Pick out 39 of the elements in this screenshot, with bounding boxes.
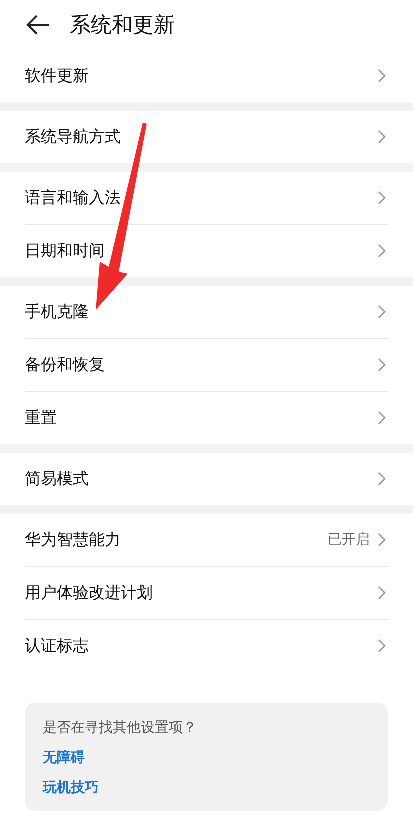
settings-row[interactable]: 简易模式: [25, 453, 388, 505]
suggestion-question: 是否在寻找其他设置项？: [43, 719, 198, 737]
row-label: 华为智慧能力: [25, 530, 121, 550]
settings-row[interactable]: 系统导航方式: [25, 111, 388, 163]
chevron-icon: [378, 191, 386, 205]
chevron-icon: [378, 130, 386, 144]
settings-row[interactable]: 认证标志: [25, 620, 388, 672]
row-label: 重置: [25, 408, 57, 428]
settings-row[interactable]: 华为智慧能力 已开启: [25, 514, 388, 566]
row-label: 语言和输入法: [25, 188, 121, 208]
chevron-icon: [378, 411, 386, 425]
row-label: 日期和时间: [25, 240, 105, 262]
settings-row[interactable]: 用户体验改进计划: [25, 567, 388, 619]
chevron-icon: [378, 305, 386, 319]
row-value: 已开启: [328, 531, 370, 549]
row-label: 系统导航方式: [25, 126, 121, 148]
suggestion-link[interactable]: 玩机技巧: [43, 779, 99, 797]
chevron-icon: [378, 69, 386, 83]
settings-row[interactable]: 重置: [25, 392, 388, 444]
settings-row[interactable]: 语言和输入法: [25, 172, 388, 224]
row-label: 备份和恢复: [25, 354, 105, 376]
settings-row[interactable]: 手机克隆: [25, 286, 388, 338]
row-label: 用户体验改进计划: [25, 582, 153, 604]
back-icon[interactable]: [26, 15, 50, 35]
row-label: 软件更新: [25, 66, 89, 86]
chevron-icon: [378, 639, 386, 653]
settings-row[interactable]: 备份和恢复: [25, 339, 388, 391]
row-label: 简易模式: [25, 468, 89, 490]
chevron-icon: [378, 358, 386, 372]
page-title: 系统和更新: [70, 12, 175, 39]
chevron-icon: [378, 244, 386, 258]
settings-row[interactable]: 软件更新: [25, 50, 388, 102]
settings-row[interactable]: 日期和时间: [25, 225, 388, 277]
row-label: 手机克隆: [25, 302, 89, 322]
chevron-icon: [378, 472, 386, 486]
row-label: 认证标志: [25, 636, 89, 656]
chevron-icon: [378, 533, 386, 547]
chevron-icon: [378, 586, 386, 600]
suggestion-link[interactable]: 无障碍: [43, 749, 85, 767]
